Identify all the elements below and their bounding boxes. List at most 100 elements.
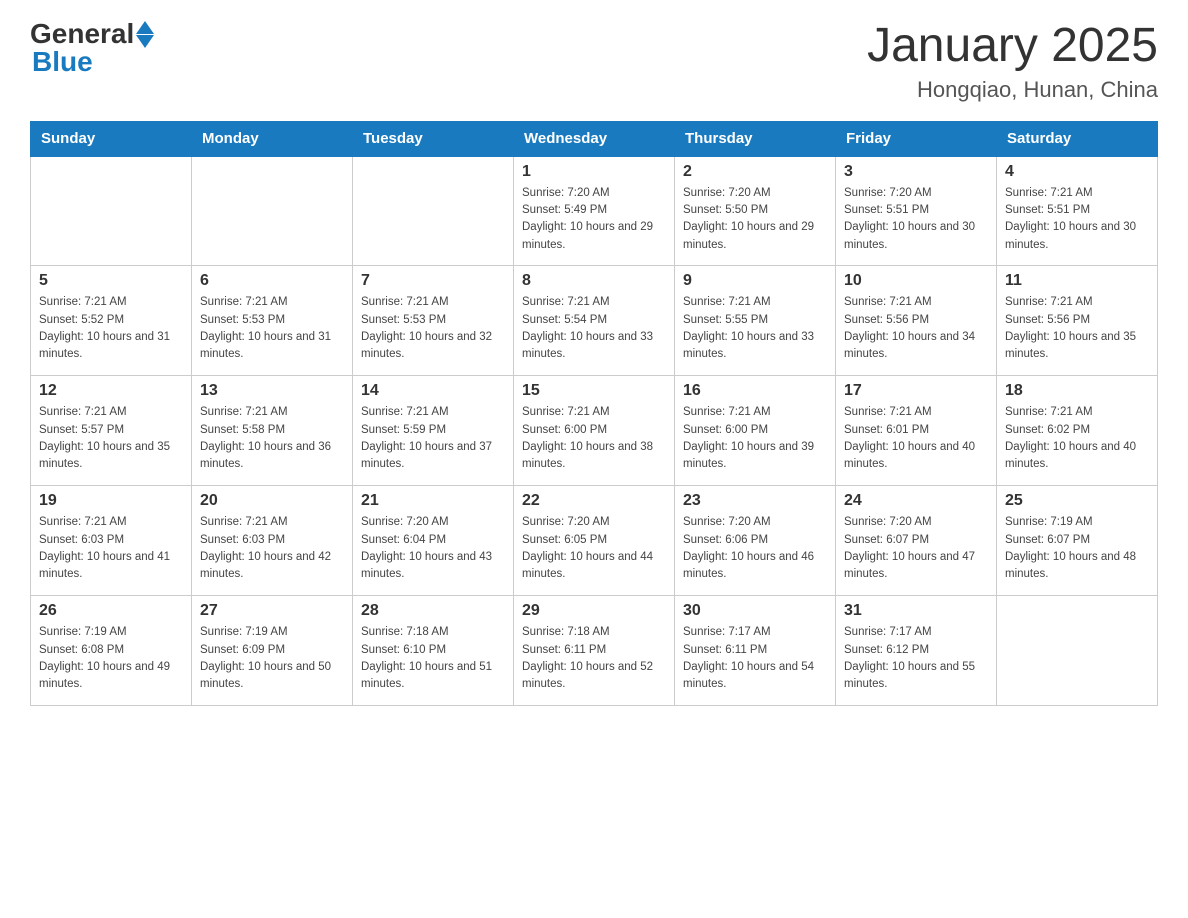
title-group: January 2025 Hongqiao, Hunan, China (867, 20, 1158, 103)
day-info: Sunrise: 7:17 AMSunset: 6:11 PMDaylight:… (683, 624, 827, 693)
calendar-cell: 22 Sunrise: 7:20 AMSunset: 6:05 PMDayligh… (514, 486, 675, 596)
calendar-cell: 23Sunrise: 7:20 AMSunset: 6:06 PMDayligh… (675, 486, 836, 596)
day-info: Sunrise: 7:21 AMSunset: 5:54 PMDaylight:… (522, 294, 666, 363)
day-number: 2 (683, 163, 827, 181)
day-header-monday: Monday (192, 121, 353, 156)
day-number: 6 (200, 272, 344, 290)
day-info: Sunrise: 7:19 AMSunset: 6:09 PMDaylight:… (200, 624, 344, 693)
calendar-cell: 3 Sunrise: 7:20 AMSunset: 5:51 PMDaylight… (836, 156, 997, 266)
day-number: 17 (844, 382, 988, 400)
calendar-cell: 14Sunrise: 7:21 AMSunset: 5:59 PMDayligh… (353, 376, 514, 486)
calendar-subtitle: Hongqiao, Hunan, China (867, 77, 1158, 103)
day-number: 19 (39, 492, 183, 510)
logo-general-text: General (30, 20, 134, 48)
week-row-4: 19 Sunrise: 7:21 AMSunset: 6:03 PMDayligh… (31, 486, 1158, 596)
day-header-saturday: Saturday (997, 121, 1158, 156)
calendar-cell: 6 Sunrise: 7:21 AMSunset: 5:53 PMDaylight… (192, 266, 353, 376)
day-info: Sunrise: 7:21 AMSunset: 5:53 PMDaylight:… (200, 294, 344, 363)
day-info: Sunrise: 7:21 AMSunset: 5:59 PMDaylight:… (361, 404, 505, 473)
calendar-cell: 1 Sunrise: 7:20 AMSunset: 5:49 PMDaylight… (514, 156, 675, 266)
calendar-cell: 31 Sunrise: 7:17 AMSunset: 6:12 PMDayligh… (836, 596, 997, 706)
day-info: Sunrise: 7:21 AMSunset: 5:57 PMDaylight:… (39, 404, 183, 473)
day-number: 18 (1005, 382, 1149, 400)
day-number: 26 (39, 602, 183, 620)
calendar-cell: 18 Sunrise: 7:21 AMSunset: 6:02 PMDayligh… (997, 376, 1158, 486)
calendar-cell (997, 596, 1158, 706)
day-info: Sunrise: 7:20 AMSunset: 5:50 PMDaylight:… (683, 185, 827, 254)
day-number: 21 (361, 492, 505, 510)
day-info: Sunrise: 7:21 AMSunset: 6:03 PMDaylight:… (200, 514, 344, 583)
calendar-cell: 7Sunrise: 7:21 AMSunset: 5:53 PMDaylight… (353, 266, 514, 376)
day-info: Sunrise: 7:20 AMSunset: 5:51 PMDaylight:… (844, 185, 988, 254)
day-number: 5 (39, 272, 183, 290)
day-number: 16 (683, 382, 827, 400)
day-number: 27 (200, 602, 344, 620)
calendar-cell: 28 Sunrise: 7:18 AMSunset: 6:10 PMDayligh… (353, 596, 514, 706)
day-info: Sunrise: 7:21 AMSunset: 6:03 PMDaylight:… (39, 514, 183, 583)
day-number: 4 (1005, 163, 1149, 181)
calendar-cell (192, 156, 353, 266)
day-number: 29 (522, 602, 666, 620)
calendar-cell: 17 Sunrise: 7:21 AMSunset: 6:01 PMDayligh… (836, 376, 997, 486)
day-info: Sunrise: 7:21 AMSunset: 6:00 PMDaylight:… (683, 404, 827, 473)
day-header-tuesday: Tuesday (353, 121, 514, 156)
day-header-wednesday: Wednesday (514, 121, 675, 156)
calendar-cell: 16 Sunrise: 7:21 AMSunset: 6:00 PMDayligh… (675, 376, 836, 486)
day-header-friday: Friday (836, 121, 997, 156)
day-number: 31 (844, 602, 988, 620)
calendar-cell: 12 Sunrise: 7:21 AMSunset: 5:57 PMDayligh… (31, 376, 192, 486)
day-info: Sunrise: 7:19 AMSunset: 6:07 PMDaylight:… (1005, 514, 1149, 583)
day-info: Sunrise: 7:21 AMSunset: 5:58 PMDaylight:… (200, 404, 344, 473)
day-number: 8 (522, 272, 666, 290)
day-info: Sunrise: 7:21 AMSunset: 6:00 PMDaylight:… (522, 404, 666, 473)
day-number: 22 (522, 492, 666, 510)
day-number: 3 (844, 163, 988, 181)
day-header-sunday: Sunday (31, 121, 192, 156)
day-number: 12 (39, 382, 183, 400)
day-info: Sunrise: 7:20 AMSunset: 6:05 PMDaylight:… (522, 514, 666, 583)
day-info: Sunrise: 7:20 AMSunset: 5:49 PMDaylight:… (522, 185, 666, 254)
day-number: 28 (361, 602, 505, 620)
day-info: Sunrise: 7:17 AMSunset: 6:12 PMDaylight:… (844, 624, 988, 693)
calendar-cell (353, 156, 514, 266)
day-info: Sunrise: 7:21 AMSunset: 5:56 PMDaylight:… (844, 294, 988, 363)
day-info: Sunrise: 7:21 AMSunset: 6:01 PMDaylight:… (844, 404, 988, 473)
day-number: 20 (200, 492, 344, 510)
calendar-cell: 9Sunrise: 7:21 AMSunset: 5:55 PMDaylight… (675, 266, 836, 376)
calendar-cell: 30 Sunrise: 7:17 AMSunset: 6:11 PMDayligh… (675, 596, 836, 706)
day-number: 10 (844, 272, 988, 290)
week-row-2: 5Sunrise: 7:21 AMSunset: 5:52 PMDaylight… (31, 266, 1158, 376)
calendar-cell: 29 Sunrise: 7:18 AMSunset: 6:11 PMDayligh… (514, 596, 675, 706)
day-info: Sunrise: 7:20 AMSunset: 6:04 PMDaylight:… (361, 514, 505, 583)
calendar-table: SundayMondayTuesdayWednesdayThursdayFrid… (30, 121, 1158, 707)
day-number: 15 (522, 382, 666, 400)
calendar-cell: 24Sunrise: 7:20 AMSunset: 6:07 PMDayligh… (836, 486, 997, 596)
week-row-1: 1 Sunrise: 7:20 AMSunset: 5:49 PMDaylight… (31, 156, 1158, 266)
calendar-cell: 20 Sunrise: 7:21 AMSunset: 6:03 PMDayligh… (192, 486, 353, 596)
calendar-cell: 26 Sunrise: 7:19 AMSunset: 6:08 PMDayligh… (31, 596, 192, 706)
day-number: 11 (1005, 272, 1149, 290)
day-number: 1 (522, 163, 666, 181)
day-info: Sunrise: 7:21 AMSunset: 5:51 PMDaylight:… (1005, 185, 1149, 254)
calendar-cell: 19 Sunrise: 7:21 AMSunset: 6:03 PMDayligh… (31, 486, 192, 596)
calendar-cell: 13Sunrise: 7:21 AMSunset: 5:58 PMDayligh… (192, 376, 353, 486)
day-number: 25 (1005, 492, 1149, 510)
calendar-cell (31, 156, 192, 266)
day-number: 30 (683, 602, 827, 620)
day-info: Sunrise: 7:19 AMSunset: 6:08 PMDaylight:… (39, 624, 183, 693)
day-number: 7 (361, 272, 505, 290)
day-info: Sunrise: 7:21 AMSunset: 5:55 PMDaylight:… (683, 294, 827, 363)
logo-blue-text: Blue (32, 48, 154, 76)
calendar-cell: 15 Sunrise: 7:21 AMSunset: 6:00 PMDayligh… (514, 376, 675, 486)
day-info: Sunrise: 7:18 AMSunset: 6:10 PMDaylight:… (361, 624, 505, 693)
days-header-row: SundayMondayTuesdayWednesdayThursdayFrid… (31, 121, 1158, 156)
day-info: Sunrise: 7:20 AMSunset: 6:06 PMDaylight:… (683, 514, 827, 583)
calendar-cell: 8 Sunrise: 7:21 AMSunset: 5:54 PMDaylight… (514, 266, 675, 376)
calendar-title: January 2025 (867, 20, 1158, 73)
day-info: Sunrise: 7:21 AMSunset: 6:02 PMDaylight:… (1005, 404, 1149, 473)
calendar-cell: 27 Sunrise: 7:19 AMSunset: 6:09 PMDayligh… (192, 596, 353, 706)
day-info: Sunrise: 7:18 AMSunset: 6:11 PMDaylight:… (522, 624, 666, 693)
calendar-cell: 2 Sunrise: 7:20 AMSunset: 5:50 PMDaylight… (675, 156, 836, 266)
day-info: Sunrise: 7:21 AMSunset: 5:56 PMDaylight:… (1005, 294, 1149, 363)
page-header: General Blue January 2025 Hongqiao, Huna… (30, 20, 1158, 103)
